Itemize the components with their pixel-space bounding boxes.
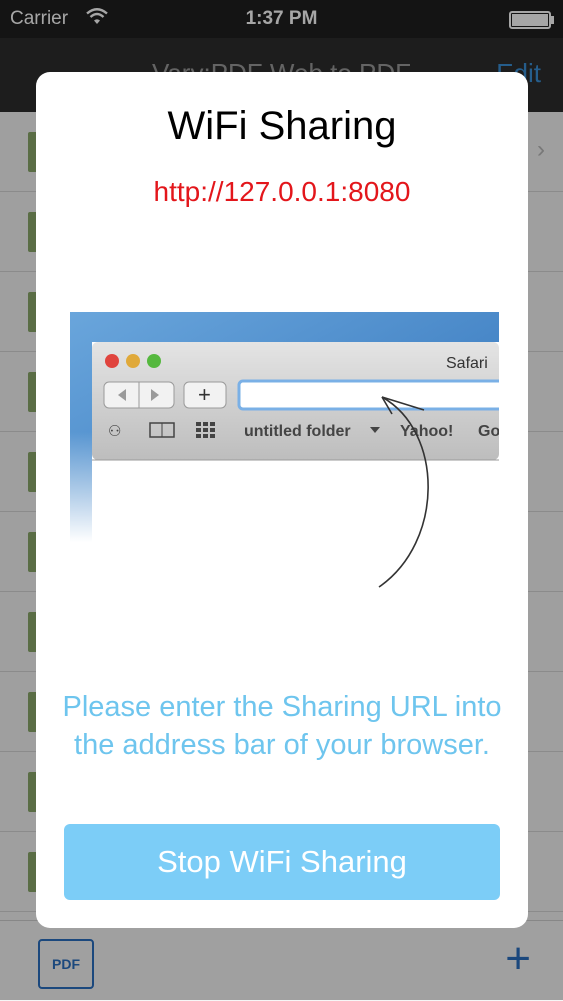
- bookmark-folder: untitled folder: [244, 423, 351, 440]
- window-title: Safari: [446, 355, 488, 372]
- sharing-instructions: Please enter the Sharing URL into the ad…: [62, 691, 502, 761]
- browser-illustration: Safari + ⚇ untitled folder Yahoo! Go: [64, 312, 499, 642]
- wifi-sharing-dialog: WiFi Sharing http://127.0.0.1:8080 Safar…: [36, 72, 528, 928]
- bookmark-yahoo: Yahoo!: [400, 423, 453, 440]
- stop-wifi-sharing-button[interactable]: Stop WiFi Sharing: [64, 824, 500, 900]
- bookmark-partial: Go: [478, 423, 499, 440]
- dialog-title: WiFi Sharing: [167, 104, 397, 148]
- svg-text:+: +: [198, 382, 211, 407]
- sharing-url: http://127.0.0.1:8080: [153, 176, 411, 207]
- svg-text:⚇: ⚇: [108, 423, 121, 440]
